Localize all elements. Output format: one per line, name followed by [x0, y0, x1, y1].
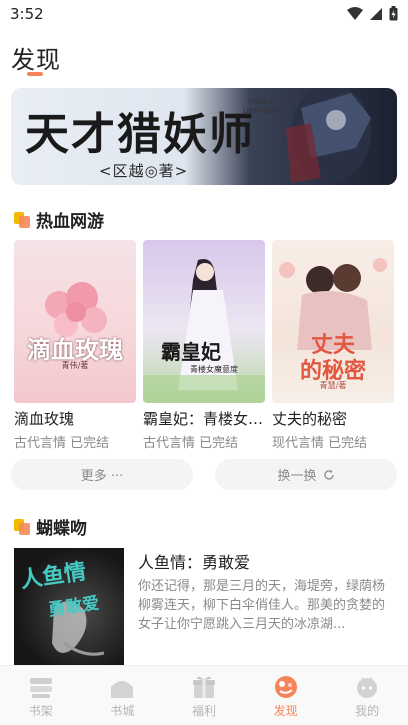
book-cover: 丈夫 的秘密 青慧/著 [272, 240, 394, 403]
book-title: 丈夫的秘密 [272, 410, 348, 428]
section-title: 热血网游 [36, 212, 104, 232]
refresh-icon [323, 469, 334, 480]
section-header-hot: 热血网游 [14, 207, 104, 232]
bookshelf-icon [29, 678, 52, 698]
tab-bookshelf[interactable]: 书架 [0, 666, 82, 725]
section-title: 蝴蝶吻 [36, 519, 87, 539]
battery-icon [389, 6, 398, 21]
book-title: 霸皇妃：青楼女魔意度 [143, 410, 271, 428]
book-cover: 霸皇妃 青楼女魔意度 [143, 240, 265, 403]
cover-character-art [143, 259, 265, 403]
refresh-label: 换一换 [277, 469, 317, 484]
banner-author: <区越◎著> [99, 162, 189, 180]
tab-welfare[interactable]: 福利 [163, 666, 245, 725]
book-cover: 滴血玫瑰 青伟/著 [14, 240, 136, 403]
wifi-icon [347, 6, 363, 20]
cover-rose-art [45, 282, 107, 337]
refresh-button[interactable]: 换一换 [215, 459, 397, 490]
book-card[interactable]: 丈夫 的秘密 青慧/著 丈夫的秘密 现代言情 已完结 [272, 240, 394, 451]
featured-book-cover[interactable]: 人鱼情 勇敢爱 [14, 548, 124, 666]
cover-author: 青伟/著 [61, 361, 89, 370]
status-time: 3:52 [10, 5, 44, 23]
profile-icon [357, 677, 378, 698]
title-underline [27, 72, 43, 76]
book-meta: 古代言情 已完结 [14, 436, 110, 451]
gift-icon [192, 676, 215, 698]
section-header-butterfly: 蝴蝶吻 [14, 514, 87, 539]
book-meta: 古代言情 已完结 [143, 436, 239, 451]
book-title: 滴血玫瑰 [14, 410, 75, 428]
signal-icon [370, 7, 382, 20]
page-title: 发现 [11, 46, 61, 74]
bottom-tab-bar: 书架 书城 福利 发现 我的 [0, 665, 408, 725]
status-icons [347, 6, 398, 21]
tab-profile[interactable]: 我的 [326, 666, 408, 725]
banner-title: 天才猎妖师 [25, 109, 255, 160]
cover-author: 青慧/著 [319, 381, 347, 390]
book-card[interactable]: 滴血玫瑰 青伟/著 滴血玫瑰 古代言情 已完结 [14, 240, 136, 451]
book-meta: 现代言情 已完结 [272, 436, 368, 451]
cover-author: 青楼女魔意度 [190, 365, 238, 374]
featured-book-description: 你还记得，那是三月的天，海堤旁，绿荫杨柳雾连天，柳下白伞俏佳人。那美的贪婪的女子… [138, 579, 386, 632]
discover-icon [274, 676, 297, 698]
bookstore-icon [111, 681, 134, 698]
tab-bookstore[interactable]: 书城 [82, 666, 164, 725]
section-bookmark-icon [14, 211, 30, 228]
cover-title: 丈夫 的秘密 [299, 332, 366, 384]
book-card[interactable]: 霸皇妃 青楼女魔意度 霸皇妃：青楼女魔意度 古代言情 已完结 [143, 240, 271, 451]
more-label: 更多 ··· [80, 469, 124, 484]
banner-english-title: TIANCAI LIEYAOSHI [243, 98, 280, 115]
tab-discover[interactable]: 发现 [245, 666, 327, 725]
section-bookmark-icon [14, 518, 30, 535]
cover-title: 霸皇妃 [161, 340, 221, 364]
more-button[interactable]: 更多 ··· [11, 459, 193, 490]
status-bar: 3:52 [0, 0, 408, 28]
featured-book-title[interactable]: 人鱼情：勇敢爱 [138, 549, 250, 573]
promo-banner[interactable]: 天才猎妖师 TIANCAI LIEYAOSHI <区越◎著> [11, 88, 397, 185]
